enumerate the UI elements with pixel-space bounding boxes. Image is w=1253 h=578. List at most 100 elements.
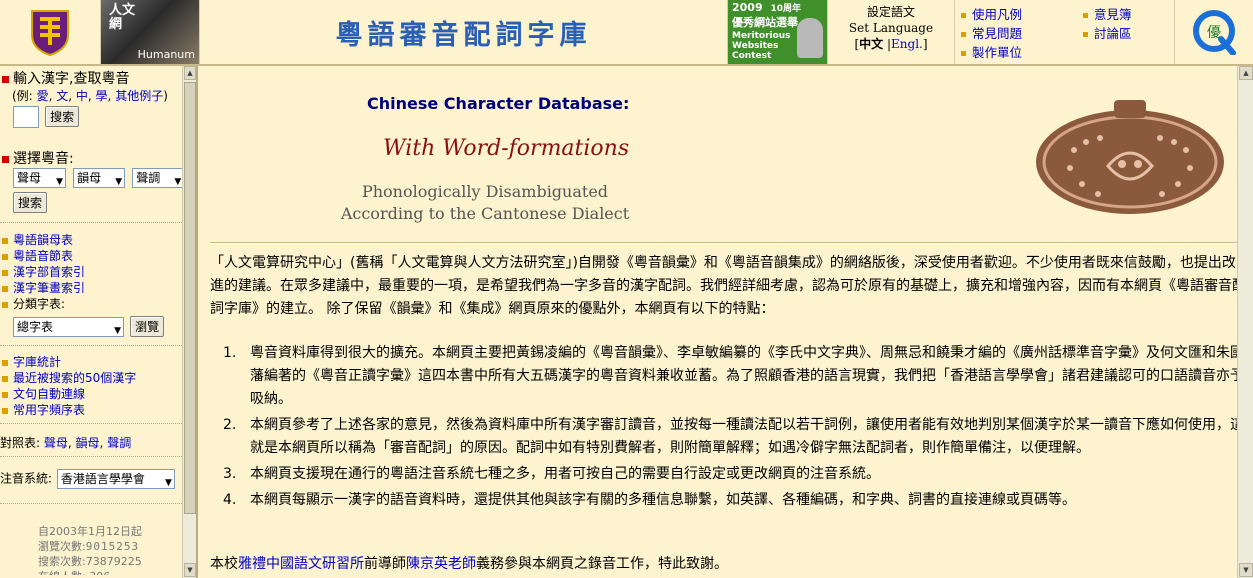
link-stroke-index[interactable]: 漢字筆畫索引: [2, 280, 85, 296]
ack-suffix: 義務參與本網頁之錄音工作，特此致謝。: [476, 556, 728, 572]
classified-select[interactable]: 總字表 ▼: [13, 317, 124, 337]
menu-forum[interactable]: 討論區: [1083, 23, 1132, 42]
browse-button[interactable]: 瀏覽: [130, 316, 165, 337]
corner-logo[interactable]: 優: [1175, 0, 1253, 64]
cuhk-logo[interactable]: [0, 0, 101, 64]
example-link[interactable]: 學: [96, 89, 108, 103]
link-autolink[interactable]: 文句自動連線: [2, 386, 136, 402]
link-syllable-table[interactable]: 粵語音節表: [2, 248, 85, 264]
menu-usage-label: 使用凡例: [972, 7, 1023, 22]
final-select[interactable]: 韻母 ▼: [73, 168, 126, 188]
yale-institute-link[interactable]: 雅禮中國語文研習所: [238, 556, 364, 572]
link-stats[interactable]: 字庫統計: [2, 354, 136, 370]
scroll-up-icon[interactable]: ▲: [184, 66, 196, 80]
bullet-icon: [2, 375, 8, 382]
phonetic-selects: 聲母 ▼ 韻母 ▼ 聲調 ▼: [13, 168, 185, 188]
choose-heading-text: 選擇粵音:: [13, 151, 74, 167]
classified-label-text: 分類字表:: [13, 297, 66, 311]
index-links: 粵語韻母表 粵語音節表 漢字部首索引 漢字筆畫索引 分類字表:: [2, 232, 85, 312]
online-counter: 在線人數: 306: [38, 569, 142, 575]
humanum-logo[interactable]: 人文網 Humanum: [101, 0, 200, 64]
example-link[interactable]: 中: [76, 89, 88, 103]
award-en: Meritorious Websites Contest: [732, 31, 791, 61]
search-button[interactable]: 搜索: [45, 106, 80, 127]
compare-tone-link[interactable]: 聲調: [107, 436, 131, 450]
menu-guestbook[interactable]: 意見簿: [1083, 4, 1132, 23]
searches-value: 73879225: [85, 555, 142, 568]
bronze-ornament-image: [1036, 100, 1224, 214]
link-radical-index[interactable]: 漢字部首索引: [2, 264, 85, 280]
compare-label: 對照表:: [0, 436, 41, 450]
divider: [210, 242, 1246, 244]
initial-select[interactable]: 聲母 ▼: [13, 168, 66, 188]
compare-initial-link[interactable]: 聲母: [44, 436, 68, 450]
scroll-up-icon[interactable]: ▲: [1239, 66, 1253, 80]
classified-select-value: 總字表: [17, 320, 54, 334]
link-recent50-text[interactable]: 最近被搜索的50個漢字: [13, 371, 136, 385]
scroll-down-icon[interactable]: ▼: [184, 563, 196, 577]
language-en-link[interactable]: Engl.: [891, 37, 923, 51]
award-q-icon: 優: [1193, 10, 1236, 55]
link-finals-table-text[interactable]: 粵語韻母表: [13, 233, 73, 247]
scroll-thumb[interactable]: [184, 82, 196, 514]
menu-faq[interactable]: 常見問題: [961, 23, 1022, 42]
site-title-cell: 粵語審音配詞字庫: [200, 0, 728, 64]
sidebar-scrollbar[interactable]: ▲ ▼: [182, 66, 196, 578]
example-link[interactable]: 文: [56, 89, 68, 103]
scroll-down-icon[interactable]: ▼: [1239, 563, 1253, 577]
example-link[interactable]: 愛: [37, 89, 49, 103]
divider: [0, 423, 182, 424]
divider: [0, 345, 182, 346]
main-scrollbar[interactable]: ▲ ▼: [1237, 66, 1253, 578]
acknowledgement: 本校雅禮中國語文研習所前導師陳京英老師義務參與本網頁之錄音工作，特此致謝。: [210, 553, 728, 573]
classified-form: 總字表 ▼ 瀏覽: [13, 316, 165, 337]
chevron-down-icon: ▼: [56, 177, 63, 187]
award-badge[interactable]: 2009 10周年 優秀網站選舉 Meritorious Websites Co…: [728, 0, 828, 64]
example-link[interactable]: 其他例子: [115, 89, 163, 103]
tone-select-value: 聲調: [136, 171, 161, 185]
search-examples: (例: 愛, 文, 中, 學, 其他例子): [12, 89, 168, 103]
link-autolink-text[interactable]: 文句自動連線: [13, 387, 85, 401]
link-frequency[interactable]: 常用字頻序表: [2, 402, 136, 418]
link-radical-index-text[interactable]: 漢字部首索引: [13, 265, 85, 279]
teacher-link[interactable]: 陳京英老師: [406, 556, 476, 572]
link-stats-text[interactable]: 字庫統計: [13, 355, 61, 369]
feature-number: 3.: [223, 466, 237, 482]
sidebar-frame: 輸入漢字,查取粵音 (例: 愛, 文, 中, 學, 其他例子) 搜索 選擇粵音:…: [0, 66, 198, 578]
menu-usage[interactable]: 使用凡例: [961, 4, 1022, 23]
language-label-en: Set Language: [848, 21, 934, 35]
bullet-icon: [961, 13, 966, 18]
intro-paragraph: 「人文電算研究中心」(舊稱「人文電算與人文方法研究室」)自開發《粵音韻彙》和《粵…: [210, 255, 1246, 317]
crest-icon: [31, 10, 69, 57]
menu-credits[interactable]: 製作單位: [961, 42, 1022, 61]
initial-select-value: 聲母: [17, 171, 42, 185]
divider: [0, 503, 182, 504]
char-input[interactable]: [13, 106, 39, 128]
feature-number: 1.: [223, 345, 237, 361]
link-syllable-table-text[interactable]: 粵語音節表: [13, 249, 73, 263]
language-label-zh: 設定語文: [866, 5, 915, 19]
link-frequency-text[interactable]: 常用字頻序表: [13, 403, 85, 417]
bullet-icon: [961, 32, 966, 37]
link-stroke-index-text[interactable]: 漢字筆畫索引: [13, 281, 85, 295]
award-title: 優秀網站選舉: [732, 16, 798, 29]
searches-counter: 搜索次數:73879225: [38, 554, 142, 569]
bullet-icon: [2, 237, 8, 244]
link-finals-table[interactable]: 粵語韻母表: [2, 232, 85, 248]
chevron-down-icon: ▼: [174, 177, 182, 187]
bullet-icon: [961, 51, 966, 56]
language-zh[interactable]: 中文: [859, 37, 883, 51]
tone-select[interactable]: 聲調 ▼: [132, 168, 185, 188]
bullet-icon: [2, 155, 9, 163]
system-select[interactable]: 香港語言學學會 ▼: [56, 469, 175, 489]
english-desc-line2: According to the Cantonese Dialect: [340, 204, 630, 223]
menu-guestbook-label: 意見簿: [1094, 7, 1132, 22]
compare-final-link[interactable]: 韻母: [76, 436, 100, 450]
link-recent50[interactable]: 最近被搜索的50個漢字: [2, 370, 136, 386]
counter-since: 自2003年1月12日起: [38, 525, 142, 538]
chevron-down-icon: ▼: [114, 326, 121, 336]
list-item: 3. 本網頁支援現在通行的粵語注音系統七種之多，用者可按自己的需要自行設定或更改網…: [223, 463, 1246, 486]
menu-credits-label: 製作單位: [972, 45, 1023, 60]
phonetic-search-button[interactable]: 搜索: [13, 192, 48, 213]
header-menu: 使用凡例 意見簿 常見問題 討論區 製作單位: [955, 0, 1175, 64]
